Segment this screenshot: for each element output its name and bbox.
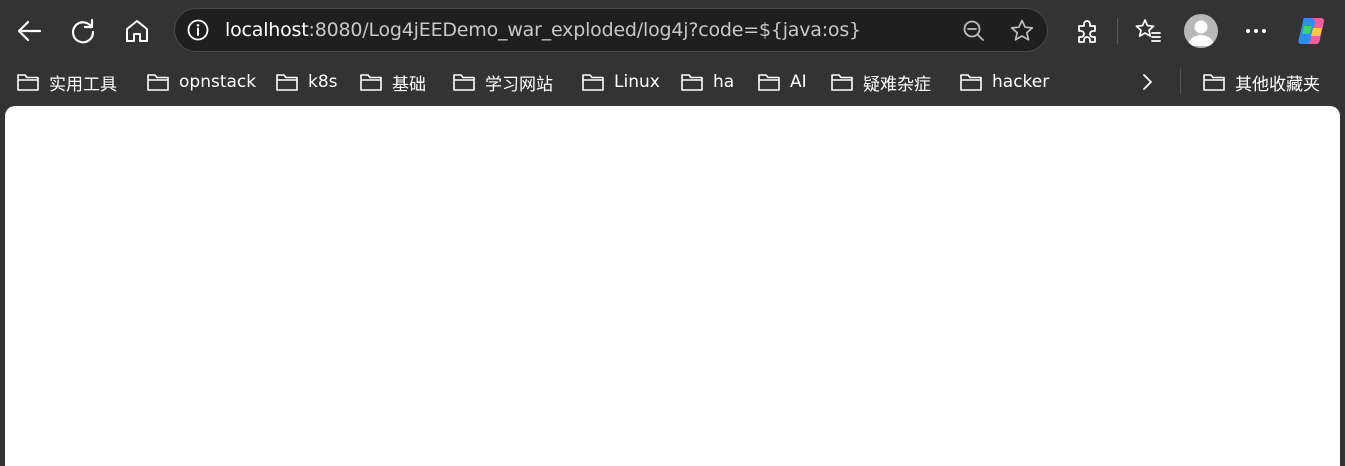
other-bookmarks-label: 其他收藏夹: [1235, 74, 1320, 95]
site-info-button[interactable]: [181, 13, 215, 47]
folder-icon: [147, 74, 169, 91]
folder-icon: [17, 74, 39, 91]
puzzle-icon: [1078, 20, 1096, 43]
toolbar-separator: [1117, 18, 1118, 44]
bookmark-folder[interactable]: AI: [757, 68, 807, 96]
bookmark-label: opnstack: [179, 72, 257, 92]
home-icon: [126, 20, 148, 42]
favorite-button[interactable]: [1005, 14, 1039, 48]
bookmark-label: hacker: [992, 72, 1050, 92]
back-button[interactable]: [10, 12, 48, 50]
zoom-button[interactable]: [957, 14, 991, 48]
bookmark-label: 基础: [392, 74, 426, 95]
folder-icon: [681, 74, 703, 91]
address-bar[interactable]: localhost:8080/Log4jEEDemo_war_exploded/…: [174, 8, 1048, 52]
more-button[interactable]: [1237, 12, 1275, 50]
home-button[interactable]: [118, 12, 156, 50]
bookmark-folder[interactable]: 基础: [359, 68, 426, 96]
bookmark-label: ha: [713, 72, 735, 92]
bookmark-folder[interactable]: hacker: [959, 68, 1049, 96]
bookmark-folder[interactable]: 学习网站: [452, 68, 553, 96]
folder-icon: [1203, 74, 1225, 91]
other-bookmarks-folder[interactable]: 其他收藏夹: [1202, 68, 1320, 96]
bookmarks-overflow-button[interactable]: [1134, 68, 1160, 96]
bookmark-folder[interactable]: 实用工具: [16, 68, 117, 96]
profile-button[interactable]: [1184, 14, 1218, 48]
copilot-icon: [1298, 18, 1325, 44]
bookmark-label: 实用工具: [49, 74, 117, 95]
folder-icon: [453, 74, 475, 91]
folder-icon: [831, 74, 853, 91]
bookmark-label: k8s: [308, 72, 338, 92]
page-content: [5, 106, 1340, 466]
url-path: :8080/Log4jEEDemo_war_exploded/log4j?cod…: [308, 19, 862, 41]
bookmark-label: AI: [790, 72, 807, 92]
bookmark-folder[interactable]: opnstack: [146, 68, 256, 96]
more-dots-icon: [1246, 29, 1266, 33]
bookmark-label: 疑难杂症: [863, 74, 931, 95]
refresh-button[interactable]: [64, 12, 102, 50]
star-icon: [1010, 19, 1034, 41]
info-circle-icon: [187, 19, 209, 41]
bookmark-folder[interactable]: ha: [680, 68, 734, 96]
copilot-button[interactable]: [1293, 12, 1331, 50]
bookmark-folder[interactable]: k8s: [275, 68, 338, 96]
url-text[interactable]: localhost:8080/Log4jEEDemo_war_exploded/…: [225, 19, 861, 41]
bookmarks-bar: 实用工具 opnstack k8s 基础 学习网站 Linux ha AI 疑难…: [0, 62, 1345, 102]
folder-icon: [582, 74, 604, 91]
browser-toolbar: localhost:8080/Log4jEEDemo_war_exploded/…: [0, 0, 1345, 62]
refresh-icon: [71, 18, 95, 44]
extensions-button[interactable]: [1068, 12, 1106, 50]
bookmark-label: Linux: [614, 72, 660, 92]
bookmark-folder[interactable]: Linux: [581, 68, 660, 96]
url-host: localhost: [225, 19, 309, 41]
favorites-button[interactable]: [1129, 12, 1167, 50]
bookmarks-separator: [1180, 68, 1181, 94]
zoom-out-icon: [963, 20, 984, 41]
favorites-list-icon: [1135, 19, 1161, 42]
avatar-icon: [1188, 20, 1214, 46]
back-arrow-icon: [17, 20, 42, 42]
bookmark-folder[interactable]: 疑难杂症: [830, 68, 931, 96]
folder-icon: [276, 74, 298, 91]
folder-icon: [360, 74, 382, 91]
bookmark-label: 学习网站: [485, 74, 553, 95]
folder-icon: [960, 74, 982, 91]
folder-icon: [758, 74, 780, 91]
chevron-right-icon: [1143, 74, 1152, 90]
